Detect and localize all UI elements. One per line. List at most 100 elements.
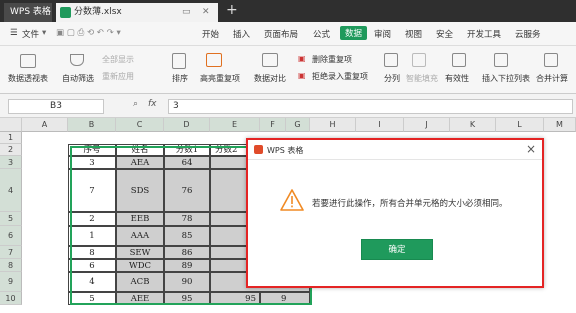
table-cell[interactable]: 90 [164, 272, 210, 292]
table-cell[interactable]: SEW [116, 246, 164, 259]
table-cell[interactable]: 6 [68, 259, 116, 272]
split-column-button[interactable]: 分列 [384, 73, 400, 84]
col-header[interactable]: F [260, 118, 286, 132]
table-cell[interactable]: WDC [116, 259, 164, 272]
row-header[interactable]: 4 [0, 169, 22, 212]
data-compare-button[interactable]: 数据对比 [254, 73, 286, 84]
table-cell[interactable]: 5 [68, 292, 116, 305]
row-header[interactable]: 7 [0, 246, 22, 259]
col-header[interactable]: C [116, 118, 164, 132]
table-cell[interactable]: 85 [164, 226, 210, 246]
sort-icon[interactable] [172, 53, 186, 69]
row-header[interactable]: 9 [0, 272, 22, 292]
merge-calc-button[interactable]: 合并计算 [536, 73, 568, 84]
reject-duplicates-button[interactable]: 拒绝录入重复项 [312, 71, 368, 82]
col-header[interactable]: D [164, 118, 210, 132]
table-cell[interactable]: AEA [116, 156, 164, 169]
close-tab-icon[interactable]: ✕ [202, 3, 210, 22]
pivot-table-icon[interactable] [20, 54, 36, 68]
col-header[interactable]: G [286, 118, 310, 132]
remove-duplicates-button[interactable]: 删除重复项 [312, 54, 352, 65]
col-header[interactable]: L [496, 118, 544, 132]
table-cell[interactable]: 4 [68, 272, 116, 292]
menu-data[interactable]: 数据 [340, 26, 368, 40]
merge-calc-icon[interactable] [544, 53, 558, 67]
dialog-close-icon[interactable]: × [526, 142, 536, 156]
col-header[interactable]: K [450, 118, 496, 132]
fx-icon[interactable]: fx [148, 99, 157, 109]
file-tab[interactable]: 分数薄.xlsx ▭ ✕ [56, 3, 218, 22]
name-box[interactable]: B3 [8, 99, 104, 114]
table-cell[interactable]: AAA [116, 226, 164, 246]
ok-button[interactable]: 确定 [361, 239, 433, 260]
menu-insert[interactable]: 插入 [233, 28, 250, 40]
smart-fill-icon[interactable] [412, 53, 426, 67]
sort-button[interactable]: 排序 [172, 73, 188, 84]
menu-dev-tools[interactable]: 开发工具 [467, 28, 501, 40]
monitor-icon[interactable]: ▭ [182, 3, 191, 22]
select-all-corner[interactable] [0, 118, 22, 132]
highlight-duplicates-button[interactable]: 高亮重复项 [200, 73, 240, 84]
table-cell[interactable]: 89 [164, 259, 210, 272]
row-header[interactable]: 10 [0, 292, 22, 305]
col-header[interactable]: M [544, 118, 576, 132]
row-header[interactable]: 3 [0, 156, 22, 169]
show-all-button[interactable]: 全部显示 [102, 54, 134, 65]
app-tab[interactable]: WPS 表格 [4, 3, 52, 22]
chevron-down-icon[interactable]: ▾ [42, 28, 46, 38]
filter-icon[interactable] [70, 54, 84, 66]
row-header[interactable]: 2 [0, 144, 22, 156]
table-cell[interactable]: 8 [68, 246, 116, 259]
menu-review[interactable]: 审阅 [374, 28, 391, 40]
menu-page-layout[interactable]: 页面布局 [264, 28, 298, 40]
table-cell[interactable]: 1 [68, 226, 116, 246]
hamburger-icon[interactable]: ☰ [10, 28, 18, 38]
validity-icon[interactable] [452, 53, 466, 67]
smart-fill-button[interactable]: 智能填充 [406, 73, 438, 84]
pivot-table-button[interactable]: 数据透视表 [8, 73, 48, 84]
col-header[interactable]: J [404, 118, 450, 132]
menu-view[interactable]: 视图 [405, 28, 422, 40]
menu-security[interactable]: 安全 [436, 28, 453, 40]
row-header[interactable]: 5 [0, 212, 22, 226]
table-header-cell[interactable]: 姓名 [116, 144, 164, 156]
split-column-icon[interactable] [384, 53, 398, 67]
reapply-button[interactable]: 重新应用 [102, 71, 134, 82]
quick-access-icons[interactable]: ▣ ▢ ⎙ ⟲ ↶ ↷ ▾ [56, 28, 121, 38]
row-header[interactable]: 8 [0, 259, 22, 272]
table-header-cell[interactable]: 分数1 [164, 144, 210, 156]
menu-cloud[interactable]: 云服务 [515, 28, 541, 40]
table-cell[interactable]: EEB [116, 212, 164, 226]
table-cell[interactable]: 3 [68, 156, 116, 169]
menu-file[interactable]: 文件 [22, 28, 39, 40]
menu-home[interactable]: 开始 [202, 28, 219, 40]
table-cell[interactable]: 64 [164, 156, 210, 169]
new-tab-icon[interactable]: + [226, 2, 238, 18]
table-cell[interactable]: ACB [116, 272, 164, 292]
col-header[interactable]: B [68, 118, 116, 132]
table-header-cell[interactable]: 序号 [68, 144, 116, 156]
col-header[interactable]: A [22, 118, 68, 132]
data-compare-icon[interactable] [262, 53, 278, 67]
col-header[interactable]: E [210, 118, 260, 132]
highlight-duplicates-icon[interactable] [206, 53, 222, 67]
table-cell[interactable]: 7 [68, 169, 116, 212]
insert-dropdown-button[interactable]: 插入下拉列表 [482, 73, 530, 84]
dropdown-list-icon[interactable] [494, 53, 508, 67]
table-cell[interactable]: 86 [164, 246, 210, 259]
table-cell[interactable]: 9 [260, 292, 310, 305]
table-cell[interactable]: 76 [164, 169, 210, 212]
table-cell[interactable]: 78 [164, 212, 210, 226]
row-header[interactable]: 1 [0, 132, 22, 144]
col-header[interactable]: I [356, 118, 404, 132]
row-header[interactable]: 6 [0, 226, 22, 246]
col-header[interactable]: H [310, 118, 356, 132]
formula-input[interactable]: 3 [168, 99, 573, 114]
table-cell[interactable]: 95 [210, 292, 260, 305]
table-cell[interactable]: SDS [116, 169, 164, 212]
menu-formula[interactable]: 公式 [313, 28, 330, 40]
zoom-icon[interactable]: ⌕ [133, 99, 138, 109]
table-cell[interactable]: 95 [164, 292, 210, 305]
table-cell[interactable]: AEE [116, 292, 164, 305]
validity-button[interactable]: 有效性 [445, 73, 469, 84]
